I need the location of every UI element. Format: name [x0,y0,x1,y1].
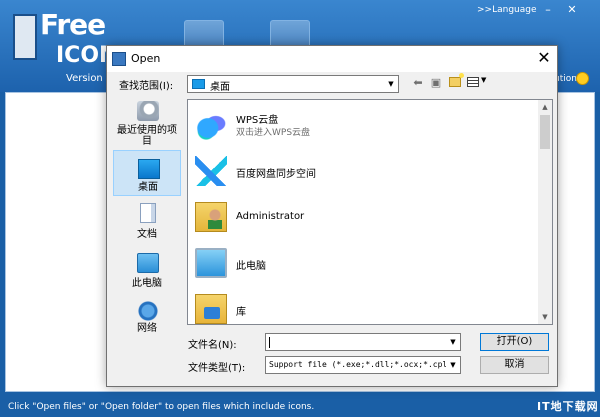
look-in-value: 桌面 [210,82,230,93]
recent-icon [137,101,159,121]
filename-label: 文件名(N): [188,340,237,351]
filetype-label: 文件类型(T): [188,363,246,374]
list-item[interactable]: 此电脑 [189,240,537,286]
vertical-scrollbar[interactable]: ▲ ▼ [538,100,552,324]
chevron-down-icon[interactable]: ▼ [384,76,398,92]
computer-icon [137,253,159,273]
text-caret [269,337,270,348]
desktop-folder-icon [192,79,205,89]
filename-input[interactable]: ▼ [265,333,461,351]
new-folder-icon[interactable] [449,73,464,87]
file-list[interactable]: WPS云盘 双击进入WPS云盘 百度网盘同步空间 Administrator 此… [187,99,553,325]
place-network[interactable]: 网络 [113,299,181,334]
cancel-button[interactable]: 取消 [480,356,549,374]
filetype-dropdown[interactable]: Support file (*.exe;*.dll;*.ocx;*.cpl ▼ [265,356,461,374]
place-documents-label: 文档 [137,229,157,240]
dialog-app-icon [112,52,126,66]
app-logo-title: Free [40,8,106,41]
open-dialog: Open ✕ 查找范围(I): 桌面 ▼ ⬅ ▣ ▼ 最近使用的项目 桌面 文档… [106,45,558,387]
wps-cloud-icon [195,110,227,140]
place-recent[interactable]: 最近使用的项目 [113,101,181,149]
file-name: Administrator [236,211,305,222]
view-menu-arrow-icon[interactable]: ▼ [481,76,486,84]
place-documents[interactable]: 文档 [113,199,181,249]
chevron-down-icon[interactable]: ▼ [446,357,460,373]
place-recent-label: 最近使用的项目 [117,125,177,147]
place-this-pc[interactable]: 此电脑 [113,249,181,299]
view-menu-icon[interactable] [467,77,479,87]
app-logo-icon [13,14,37,60]
file-name: WPS云盘 [236,115,279,126]
file-name: 此电脑 [236,261,266,272]
place-network-label: 网络 [137,323,157,334]
minimize-icon[interactable]: – [540,3,556,17]
computer-icon [195,248,227,278]
dialog-titlebar[interactable]: Open ✕ [107,46,557,72]
place-desktop[interactable]: 桌面 [113,150,181,196]
chevron-down-icon[interactable]: ▼ [446,334,460,350]
file-name: 库 [236,307,246,318]
up-folder-icon[interactable]: ▣ [429,75,443,91]
watermark: IT地下载网 [537,400,599,413]
scroll-down-icon[interactable]: ▼ [538,310,552,324]
status-bar: Click "Open files" or "Open folder" to o… [0,396,600,417]
look-in-label: 查找范围(I): [119,81,174,92]
file-name: 百度网盘同步空间 [236,169,316,180]
open-button[interactable]: 打开(O) [480,333,549,351]
network-icon [137,301,159,321]
list-item[interactable]: WPS云盘 双击进入WPS云盘 [189,102,537,148]
language-link[interactable]: >>Language [477,5,537,15]
dialog-title: Open [131,52,161,65]
user-folder-icon [195,202,227,232]
filetype-value: Support file (*.exe;*.dll;*.ocx;*.cpl [269,360,447,369]
look-in-dropdown[interactable]: 桌面 ▼ [187,75,399,93]
back-arrow-icon[interactable]: ⬅ [411,75,425,91]
list-item[interactable]: Administrator [189,194,537,240]
smile-icon[interactable] [576,72,589,85]
desktop-icon [138,159,160,179]
scroll-up-icon[interactable]: ▲ [538,100,552,114]
library-icon [195,294,227,324]
dialog-close-icon[interactable]: ✕ [533,48,555,68]
baidu-netdisk-icon [195,156,227,186]
places-bar: 最近使用的项目 桌面 文档 此电脑 网络 [113,99,181,334]
scroll-thumb[interactable] [540,115,550,149]
list-item[interactable]: 百度网盘同步空间 [189,148,537,194]
documents-icon [140,203,156,223]
list-item[interactable]: 库 [189,286,537,324]
file-description: 双击进入WPS云盘 [236,128,311,138]
place-this-pc-label: 此电脑 [132,278,162,289]
place-desktop-label: 桌面 [138,182,158,193]
close-icon[interactable]: ✕ [564,3,580,17]
